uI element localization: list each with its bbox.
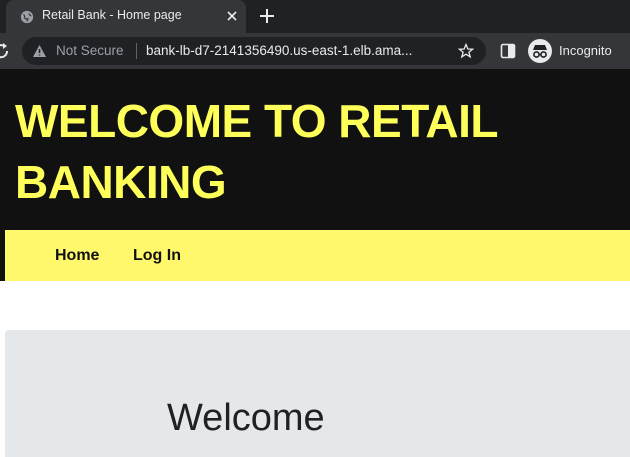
star-icon[interactable]	[458, 43, 474, 59]
address-bar[interactable]: Not Secure bank-lb-d7-2141356490.us-east…	[22, 37, 486, 65]
tab-strip: Retail Bank - Home page	[0, 0, 630, 33]
main-nav: Home Log In	[5, 230, 630, 281]
globe-icon	[20, 10, 34, 24]
plus-icon[interactable]	[258, 7, 276, 25]
site-header: WELCOME TO RETAIL BANKING	[0, 69, 630, 230]
nav-link-home[interactable]: Home	[55, 247, 99, 265]
security-label[interactable]: Not Secure	[56, 43, 124, 58]
incognito-icon[interactable]	[528, 39, 552, 63]
url-text[interactable]: bank-lb-d7-2141356490.us-east-1.elb.ama.…	[146, 43, 412, 58]
browser-tab[interactable]: Retail Bank - Home page	[6, 0, 246, 33]
welcome-panel: Welcome	[5, 330, 630, 457]
incognito-label: Incognito	[559, 43, 612, 58]
side-panel-icon[interactable]	[500, 43, 516, 59]
tab-title: Retail Bank - Home page	[42, 8, 182, 22]
welcome-heading: Welcome	[167, 397, 325, 439]
page-title: WELCOME TO RETAIL BANKING	[15, 95, 498, 208]
warning-icon[interactable]	[32, 44, 47, 58]
omnibox-separator	[136, 43, 137, 59]
reload-icon[interactable]	[0, 42, 10, 60]
nav-link-login[interactable]: Log In	[133, 247, 181, 265]
close-icon[interactable]	[224, 8, 240, 24]
browser-toolbar: Not Secure bank-lb-d7-2141356490.us-east…	[0, 33, 630, 69]
